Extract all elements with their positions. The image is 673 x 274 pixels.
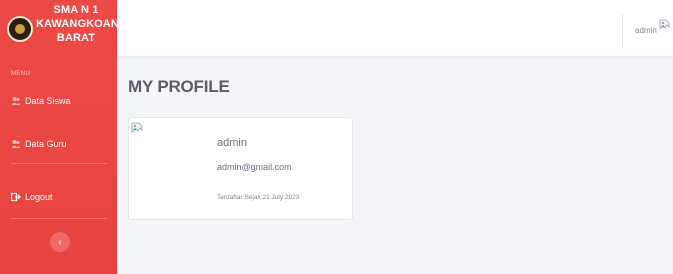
- brand-line-3: BARAT: [56, 32, 96, 44]
- sidebar-item-label: Logout: [25, 192, 53, 202]
- page-title: MY PROFILE: [128, 77, 230, 96]
- profile-name: admin: [217, 137, 247, 149]
- users-icon: [11, 139, 21, 149]
- sidebar-item-data-siswa[interactable]: Data Siswa: [11, 96, 71, 106]
- sidebar-toggle-button[interactable]: ‹: [50, 232, 70, 252]
- topbar: admin: [117, 0, 673, 56]
- brand-name: SMA N 1 KAWANGKOAN BARAT: [36, 3, 119, 45]
- sidebar-divider: [11, 163, 107, 164]
- profile-email: admin@gmail.com: [217, 162, 292, 172]
- menu-heading: MENU: [11, 71, 31, 77]
- school-logo-icon: [7, 16, 33, 42]
- brand-line-1: SMA N 1: [53, 4, 99, 16]
- sidebar-item-label: Data Guru: [25, 139, 67, 149]
- brand-line-2: KAWANGKOAN: [36, 18, 119, 30]
- profile-card: admin admin@gmail.com Terdaftar Sejak 21…: [128, 117, 353, 220]
- sidebar-brand[interactable]: SMA N 1 KAWANGKOAN BARAT: [0, 0, 119, 56]
- sidebar: SMA N 1 KAWANGKOAN BARAT MENU Data Siswa…: [0, 0, 119, 274]
- profile-registered-date: Terdaftar Sejak 21 July 2023: [217, 194, 300, 201]
- sidebar-divider: [11, 218, 107, 219]
- broken-image-icon[interactable]: [659, 19, 671, 33]
- topbar-divider: [622, 14, 623, 46]
- sidebar-item-data-guru[interactable]: Data Guru: [11, 139, 67, 149]
- sign-out-icon: [10, 192, 21, 202]
- users-icon: [11, 96, 21, 106]
- topbar-username[interactable]: admin: [635, 26, 657, 35]
- sidebar-item-label: Data Siswa: [25, 96, 71, 106]
- broken-image-icon: [131, 121, 145, 133]
- sidebar-item-logout[interactable]: Logout: [10, 192, 53, 202]
